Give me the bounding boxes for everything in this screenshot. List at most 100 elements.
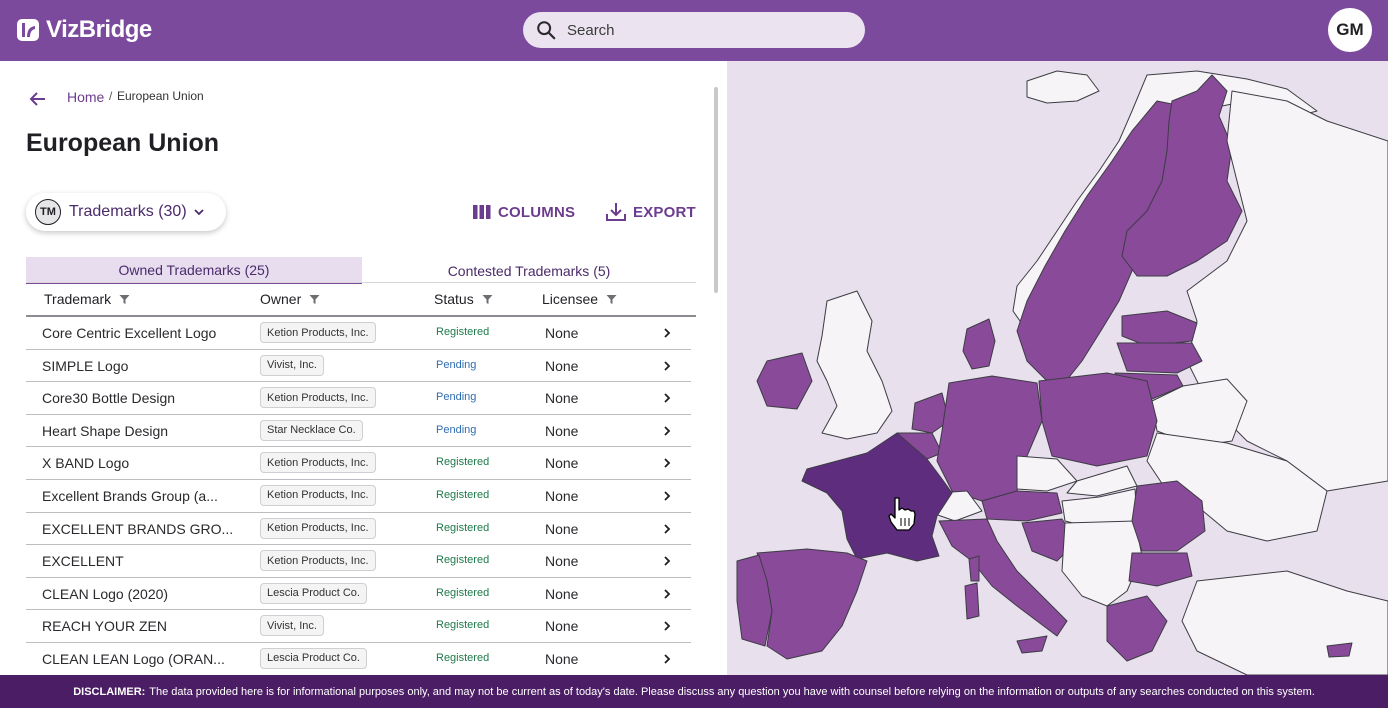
table-row[interactable]: X BAND Logo Ketion Products, Inc. Register…: [26, 447, 691, 480]
table-row[interactable]: SIMPLE Logo Vivist, Inc. Pending None: [26, 350, 691, 383]
map-latvia[interactable]: [1116, 342, 1203, 374]
table-row[interactable]: Core30 Bottle Design Ketion Products, Inc…: [26, 382, 691, 415]
map-denmark[interactable]: [962, 318, 996, 370]
asset-type-dropdown[interactable]: TM Trademarks (30): [26, 193, 226, 231]
chevron-right-icon[interactable]: [662, 457, 672, 469]
vizbridge-logo-icon: [17, 19, 39, 41]
trademark-name: Heart Shape Design: [42, 422, 169, 439]
table-row[interactable]: EXCELLENT BRANDS GRO... Ketion Products, …: [26, 513, 691, 546]
europe-map-canvas[interactable]: [727, 61, 1388, 675]
columns-button[interactable]: COLUMNS: [472, 202, 575, 222]
owner-chip: Lescia Product Co.: [260, 582, 367, 604]
licensee-value: None: [545, 357, 579, 374]
map-balkans: [1061, 520, 1143, 607]
owner-chip: Ketion Products, Inc.: [260, 387, 376, 409]
map-spain[interactable]: [756, 548, 868, 660]
tab-owned-trademarks[interactable]: Owned Trademarks (25): [26, 257, 362, 284]
map-poland[interactable]: [1038, 372, 1158, 467]
column-header-status[interactable]: Status: [434, 291, 493, 307]
export-button[interactable]: EXPORT: [605, 202, 696, 222]
licensee-value: None: [545, 650, 579, 667]
search-bar[interactable]: [523, 12, 865, 48]
disclaimer-label: DISCLAIMER:: [73, 685, 146, 698]
status-label: Registered: [436, 326, 490, 338]
status-label: Pending: [436, 423, 477, 436]
table-row[interactable]: Heart Shape Design Star Necklace Co. Pendi…: [26, 415, 691, 448]
chevron-down-icon: [194, 209, 204, 216]
table-row[interactable]: CLEAN Logo (2020) Lescia Product Co. Regis…: [26, 578, 691, 611]
column-label-owner: Owner: [260, 291, 302, 307]
map-bulgaria[interactable]: [1128, 552, 1193, 587]
licensee-value: None: [545, 618, 579, 635]
tab-divider: [26, 282, 696, 283]
column-label-trademark: Trademark: [44, 291, 112, 307]
filter-icon[interactable]: [482, 294, 493, 305]
column-label-status: Status: [434, 291, 474, 307]
licensee-value: None: [545, 390, 579, 407]
trademark-name: X BAND Logo: [42, 455, 130, 472]
filter-icon[interactable]: [309, 294, 320, 305]
licensee-value: None: [545, 520, 579, 537]
licensee-value: None: [545, 553, 579, 570]
status-label: Registered: [436, 554, 490, 567]
search-input[interactable]: [567, 21, 847, 39]
chevron-right-icon[interactable]: [662, 588, 672, 600]
status-label: Registered: [436, 521, 490, 534]
map-great-britain: [816, 290, 893, 440]
brand-name: VizBridge: [46, 16, 152, 43]
status-label: Pending: [436, 358, 477, 371]
user-avatar[interactable]: GM: [1328, 8, 1372, 52]
map-ireland[interactable]: [756, 352, 813, 410]
arrow-left-icon[interactable]: [28, 89, 48, 109]
filter-icon[interactable]: [606, 294, 617, 305]
chevron-right-icon[interactable]: [662, 555, 672, 567]
trademark-name: REACH YOUR ZEN: [42, 618, 167, 635]
licensee-value: None: [545, 487, 579, 504]
map-corsica[interactable]: [968, 555, 980, 582]
owner-chip: Ketion Products, Inc.: [260, 550, 376, 572]
map-sicily[interactable]: [1016, 635, 1048, 654]
panel-scrollbar[interactable]: [714, 87, 718, 293]
chevron-right-icon[interactable]: [662, 327, 672, 339]
chevron-right-icon[interactable]: [662, 620, 672, 632]
search-icon: [537, 21, 556, 40]
table-row[interactable]: CLEAN LEAN Logo (ORAN... Lescia Product C…: [26, 643, 691, 675]
map-estonia[interactable]: [1121, 310, 1198, 347]
filter-icon[interactable]: [119, 294, 130, 305]
status-label: Registered: [436, 488, 490, 501]
column-label-licensee: Licensee: [542, 291, 599, 307]
map-czechia: [1016, 455, 1078, 492]
trademark-table-body: Core Centric Excellent Logo Ketion Produc…: [26, 317, 691, 675]
chevron-right-icon[interactable]: [662, 523, 672, 535]
table-row[interactable]: Excellent Brands Group (a... Ketion Produ…: [26, 480, 691, 513]
column-header-owner[interactable]: Owner: [260, 291, 320, 307]
owner-chip: Vivist, Inc.: [260, 354, 324, 376]
map-cyprus[interactable]: [1326, 642, 1353, 658]
table-row[interactable]: Core Centric Excellent Logo Ketion Produc…: [26, 317, 691, 350]
map-greece[interactable]: [1106, 595, 1168, 662]
table-row[interactable]: EXCELLENT Ketion Products, Inc. Registered…: [26, 545, 691, 578]
trademark-name: SIMPLE Logo: [42, 357, 129, 374]
europe-map[interactable]: [727, 61, 1388, 675]
map-turkey: [1181, 570, 1388, 675]
brand-logo[interactable]: VizBridge: [16, 16, 152, 44]
chevron-right-icon[interactable]: [662, 490, 672, 502]
download-icon: [606, 203, 626, 221]
chevron-right-icon[interactable]: [662, 360, 672, 372]
chevron-right-icon[interactable]: [662, 392, 672, 404]
breadcrumb-home-link[interactable]: Home: [67, 89, 104, 105]
tab-contested-trademarks[interactable]: Contested Trademarks (5): [362, 257, 696, 284]
column-header-trademark[interactable]: Trademark: [44, 291, 130, 307]
licensee-value: None: [545, 422, 579, 439]
column-header-licensee[interactable]: Licensee: [542, 291, 617, 307]
table-row[interactable]: REACH YOUR ZEN Vivist, Inc. Registered None: [26, 610, 691, 643]
breadcrumb-separator: /: [109, 89, 113, 103]
map-iceland: [1026, 70, 1100, 104]
status-label: Registered: [436, 651, 490, 664]
chevron-right-icon[interactable]: [662, 653, 672, 665]
owner-chip: Ketion Products, Inc.: [260, 484, 376, 506]
map-sardinia[interactable]: [964, 582, 980, 620]
trademark-name: EXCELLENT: [42, 553, 124, 570]
chevron-right-icon[interactable]: [662, 425, 672, 437]
export-label: EXPORT: [633, 203, 696, 221]
